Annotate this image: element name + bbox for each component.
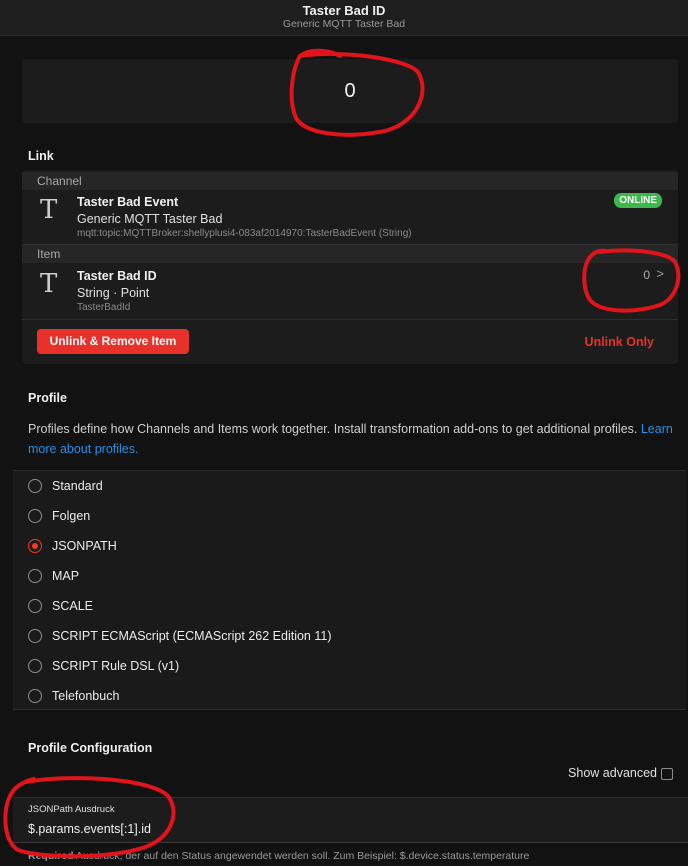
help-description: Ausdruck, der auf den Status angewendet … [73,850,530,862]
channel-thing-label: Generic MQTT Taster Bad [77,212,223,226]
text-type-icon: T [40,269,58,299]
radio-button[interactable] [28,629,42,643]
profile-option[interactable]: JSONPATH [13,531,686,561]
profile-radio-list: Standard Folgen JSONPATH MAP SCALE SCRIPT ECM… [13,470,686,710]
jsonpath-help-text: Required Ausdruck, der auf den Status an… [28,850,529,862]
page-title: Taster Bad ID [302,3,386,18]
item-state-card[interactable]: 0 [22,59,678,123]
profile-option[interactable]: SCALE [13,591,686,621]
profile-option-label: SCRIPT Rule DSL (v1) [52,659,180,673]
divider [22,319,678,320]
radio-button[interactable] [28,509,42,523]
show-advanced-label[interactable]: Show advanced [568,766,657,780]
item-value: 0 [643,268,650,282]
item-state-value: 0 [344,80,356,102]
radio-button[interactable] [28,479,42,493]
profile-config-section-title: Profile Configuration [28,741,153,755]
radio-button[interactable] [28,569,42,583]
unlink-only-button[interactable]: Unlink Only [585,335,654,349]
jsonpath-field[interactable]: JSONPath Ausdruck $.params.events[:1].id [13,797,688,843]
profile-description-text: Profiles define how Channels and Items w… [28,422,638,436]
channel-title: Taster Bad Event [77,195,179,209]
profile-option[interactable]: SCRIPT ECMAScript (ECMAScript 262 Editio… [13,621,686,651]
link-section-title: Link [28,149,54,163]
title-bar: Taster Bad ID Generic MQTT Taster Bad [0,0,688,36]
item-group-header: Item [22,245,678,263]
profile-option-label: MAP [52,569,80,583]
radio-button[interactable] [28,599,42,613]
status-badge: ONLINE [614,193,662,208]
radio-button[interactable] [28,659,42,673]
profile-option[interactable]: SCRIPT Rule DSL (v1) [13,651,686,681]
jsonpath-field-label: JSONPath Ausdruck [28,804,115,815]
profile-option-label: Telefonbuch [52,689,120,703]
channel-uid: mqtt:topic:MQTTBroker:shellyplusi4-083af… [77,228,412,239]
jsonpath-field-value[interactable]: $.params.events[:1].id [28,822,151,836]
profile-description: Profiles define how Channels and Items w… [28,419,678,459]
profile-option-label: JSONPATH [52,539,117,553]
required-label: Required [28,850,74,862]
show-advanced-checkbox[interactable] [661,768,673,780]
radio-button[interactable] [28,689,42,703]
profile-option-label: SCALE [52,599,93,613]
radio-button[interactable] [28,539,42,553]
channel-group-header: Channel [22,172,678,190]
link-card: Channel T Taster Bad Event Generic MQTT … [22,170,678,364]
linked-item-row[interactable]: T Taster Bad ID String · Point TasterBad… [22,263,678,318]
profile-option[interactable]: Folgen [13,501,686,531]
item-name: TasterBadId [77,302,131,313]
item-type-label: String · Point [77,286,150,300]
profile-option[interactable]: Standard [13,471,686,501]
profile-section-title: Profile [28,391,67,405]
profile-option[interactable]: MAP [13,561,686,591]
profile-option[interactable]: Telefonbuch [13,681,686,711]
profile-option-label: Standard [52,479,103,493]
chevron-right-icon[interactable]: > [656,266,664,281]
page-subtitle: Generic MQTT Taster Bad [282,18,406,30]
item-title: Taster Bad ID [77,269,157,283]
profile-option-label: Folgen [52,509,91,523]
unlink-remove-item-button[interactable]: Unlink & Remove Item [37,329,189,354]
profile-option-label: SCRIPT ECMAScript (ECMAScript 262 Editio… [52,629,332,643]
text-type-icon: T [40,195,58,225]
